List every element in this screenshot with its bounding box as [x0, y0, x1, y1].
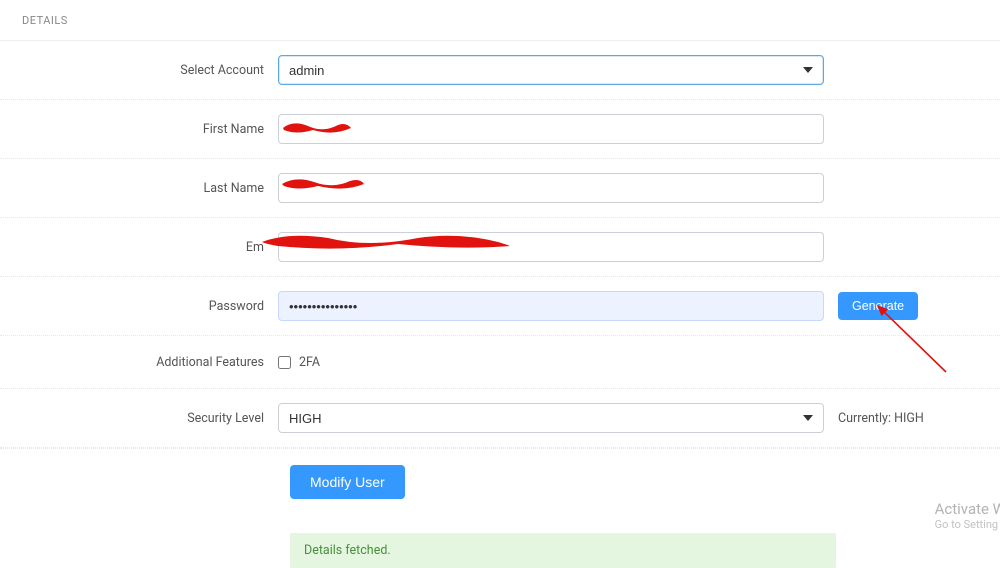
- row-security-level: Security Level HIGH Currently: HIGH: [0, 388, 1000, 448]
- email-input[interactable]: [278, 232, 824, 262]
- row-password: Password Generate: [0, 276, 1000, 336]
- row-email: Em: [0, 217, 1000, 277]
- generate-button[interactable]: Generate: [838, 292, 918, 320]
- select-account[interactable]: admin: [278, 55, 824, 85]
- row-submit: Modify User: [0, 448, 1000, 515]
- watermark-sub: Go to Setting: [935, 518, 1000, 531]
- watermark-title: Activate W: [935, 500, 1000, 518]
- section-title: DETAILS: [0, 0, 1000, 41]
- 2fa-label: 2FA: [299, 355, 320, 370]
- additional-features-label: Additional Features: [0, 355, 278, 370]
- last-name-label: Last Name: [0, 181, 278, 196]
- password-input[interactable]: [278, 291, 824, 321]
- security-level-current: Currently: HIGH: [824, 411, 924, 426]
- password-label: Password: [0, 299, 278, 314]
- first-name-input[interactable]: [278, 114, 824, 144]
- security-level-label: Security Level: [0, 411, 278, 426]
- modify-user-button[interactable]: Modify User: [290, 465, 405, 499]
- activate-windows-watermark: Activate W Go to Setting: [935, 500, 1000, 531]
- row-select-account: Select Account admin: [0, 40, 1000, 100]
- row-last-name: Last Name: [0, 158, 1000, 218]
- security-level-select[interactable]: HIGH: [278, 403, 824, 433]
- 2fa-checkbox[interactable]: [278, 356, 291, 369]
- last-name-input[interactable]: [278, 173, 824, 203]
- row-first-name: First Name: [0, 99, 1000, 159]
- row-additional-features: Additional Features 2FA: [0, 335, 1000, 389]
- email-label: Em: [0, 240, 278, 255]
- select-account-label: Select Account: [0, 63, 278, 78]
- first-name-label: First Name: [0, 122, 278, 137]
- 2fa-checkbox-wrap[interactable]: 2FA: [278, 355, 824, 370]
